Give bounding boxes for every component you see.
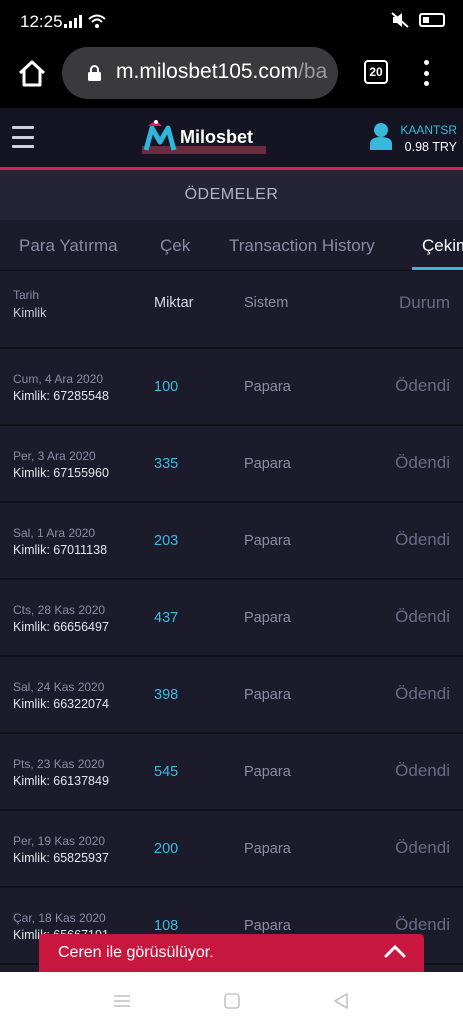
row-date: Pts, 23 Kas 2020 (13, 757, 105, 771)
balance: 0.98 TRY (404, 140, 457, 154)
wifi-icon (88, 14, 106, 28)
row-status: Ödendi (395, 915, 450, 934)
row-id: Kimlik: 66322074 (13, 697, 109, 711)
url-path: /ba (298, 60, 328, 83)
recents-icon[interactable] (113, 993, 131, 1009)
row-system: Papara (244, 687, 291, 703)
mute-icon (391, 12, 409, 28)
row-date: Cum, 4 Ara 2020 (13, 372, 104, 386)
row-status: Ödendi (395, 453, 450, 472)
home-icon[interactable] (16, 58, 48, 90)
hamburger-menu-icon[interactable] (12, 126, 34, 148)
site-logo[interactable]: Milosbet (142, 120, 266, 156)
column-date: Tarih (13, 288, 40, 302)
back-icon[interactable] (332, 993, 350, 1009)
row-status: Ödendi (395, 761, 450, 780)
row-date: Sal, 24 Kas 2020 (13, 680, 105, 694)
browser-toolbar: m.milosbet105.com/ba 20 (0, 44, 463, 108)
chevron-up-icon[interactable] (384, 944, 406, 958)
row-status: Ödendi (395, 376, 450, 395)
table-row: Cts, 28 Kas 2020 Kimlik: 66656497 437 Pa… (0, 580, 463, 657)
chat-label: Ceren ile görüsülüyor. (58, 944, 214, 961)
row-system: Papara (244, 456, 291, 472)
row-amount: 200 (154, 841, 179, 857)
user-avatar-icon[interactable] (370, 122, 392, 150)
row-system: Papara (244, 764, 291, 780)
status-bar: 12:25 (0, 0, 463, 44)
row-id: Kimlik: 66656497 (13, 620, 109, 634)
username[interactable]: KAANTSR (400, 123, 457, 137)
logo-text: Milosbet (180, 127, 254, 147)
column-status: Durum (398, 293, 450, 312)
row-id: Kimlik: 65825937 (13, 851, 109, 865)
row-amount: 203 (154, 533, 179, 549)
table-row: Sal, 24 Kas 2020 Kimlik: 66322074 398 Pa… (0, 657, 463, 734)
row-id: Kimlik: 67285548 (13, 389, 109, 403)
url-domain: m.milosbet105.com (116, 60, 299, 83)
row-system: Papara (244, 533, 291, 549)
table-row: Per, 3 Ara 2020 Kimlik: 67155960 335 Pap… (0, 426, 463, 503)
page-title: ÖDEMELER (0, 170, 463, 220)
row-amount: 100 (154, 379, 179, 395)
row-amount: 398 (154, 687, 179, 703)
table-row: Pts, 23 Kas 2020 Kimlik: 66137849 545 Pa… (0, 734, 463, 811)
column-system: Sistem (244, 295, 289, 311)
tab-transaction-history[interactable]: Transaction History (229, 236, 375, 256)
browser-menu-icon[interactable] (420, 60, 432, 86)
table-row: Sal, 1 Ara 2020 Kimlik: 67011138 203 Pap… (0, 503, 463, 580)
row-system: Papara (244, 379, 291, 395)
site-header: Milosbet KAANTSR 0.98 TRY (0, 108, 463, 170)
active-tab-indicator (412, 267, 463, 270)
live-chat-bar[interactable]: Ceren ile görüsülüyor. (39, 934, 424, 972)
row-date: Çar, 18 Kas 2020 (13, 911, 106, 925)
row-status: Ödendi (395, 607, 450, 626)
table-row: Cum, 4 Ara 2020 Kimlik: 67285548 100 Pap… (0, 349, 463, 426)
row-date: Cts, 28 Kas 2020 (13, 603, 106, 617)
signal-icon (64, 15, 82, 28)
table-header: Tarih Kimlik Miktar Sistem Durum (0, 272, 463, 349)
tab-withdraw[interactable]: Çek (160, 236, 190, 256)
battery-icon (419, 13, 445, 27)
tab-switcher-button[interactable]: 20 (364, 60, 388, 84)
column-id: Kimlik (13, 306, 47, 320)
address-bar[interactable]: m.milosbet105.com/ba (62, 47, 338, 99)
row-amount: 108 (154, 918, 179, 934)
row-id: Kimlik: 67155960 (13, 466, 109, 480)
row-status: Ödendi (395, 530, 450, 549)
system-nav-bar (0, 972, 463, 1029)
row-date: Per, 19 Kas 2020 (13, 834, 106, 848)
url-text: m.milosbet105.com/ba (116, 60, 327, 84)
status-icons (64, 14, 106, 28)
column-amount: Miktar (154, 295, 194, 311)
row-system: Papara (244, 610, 291, 626)
table-row: Per, 19 Kas 2020 Kimlik: 65825937 200 Pa… (0, 811, 463, 888)
row-date: Sal, 1 Ara 2020 (13, 526, 96, 540)
row-date: Per, 3 Ara 2020 (13, 449, 96, 463)
lock-icon (88, 65, 101, 81)
row-amount: 545 (154, 764, 179, 780)
status-time: 12:25 (20, 12, 63, 31)
row-status: Ödendi (395, 684, 450, 703)
payments-tabs: Para Yatırma Çek Transaction History Çek… (0, 221, 463, 271)
row-system: Papara (244, 918, 291, 934)
status-right (391, 12, 445, 28)
withdrawals-table: Tarih Kimlik Miktar Sistem Durum Cum, 4 … (0, 272, 463, 965)
row-amount: 437 (154, 610, 179, 626)
tab-withdrawals[interactable]: Çekim (422, 236, 463, 256)
row-amount: 335 (154, 456, 179, 472)
row-system: Papara (244, 841, 291, 857)
row-status: Ödendi (395, 838, 450, 857)
row-id: Kimlik: 67011138 (13, 543, 108, 557)
tab-deposit[interactable]: Para Yatırma (19, 236, 118, 256)
row-id: Kimlik: 66137849 (13, 774, 109, 788)
home-nav-icon[interactable] (223, 993, 241, 1009)
